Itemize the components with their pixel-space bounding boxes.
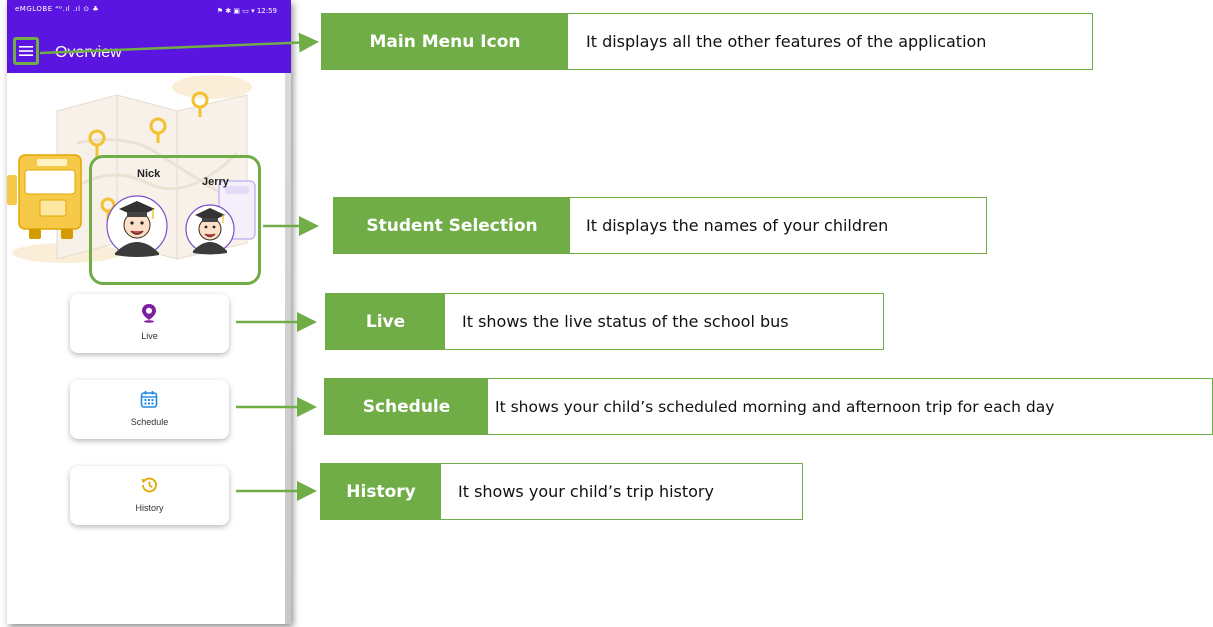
callout-desc-main-menu: It displays all the other features of th… <box>586 32 987 51</box>
callout-desc-schedule: It shows your child’s scheduled morning … <box>495 397 1055 416</box>
callout-live: Live It shows the live status of the sch… <box>325 293 884 350</box>
callout-history: History It shows your child’s trip histo… <box>320 463 803 520</box>
callout-title-history: History <box>321 464 441 519</box>
callout-desc-live: It shows the live status of the school b… <box>462 312 789 331</box>
callout-main-menu: Main Menu Icon It displays all the other… <box>321 13 1093 70</box>
callout-desc-student-selection: It displays the names of your children <box>586 216 889 235</box>
callout-title-student-selection: Student Selection <box>334 198 570 253</box>
callout-student-selection: Student Selection It displays the names … <box>333 197 987 254</box>
callout-title-main-menu: Main Menu Icon <box>322 14 568 69</box>
callout-desc-history: It shows your child’s trip history <box>458 482 714 501</box>
arrow-main-menu <box>39 32 319 55</box>
callout-schedule: Schedule It shows your child’s scheduled… <box>324 378 1213 435</box>
callout-title-live: Live <box>326 294 445 349</box>
callout-title-schedule: Schedule <box>325 379 488 434</box>
